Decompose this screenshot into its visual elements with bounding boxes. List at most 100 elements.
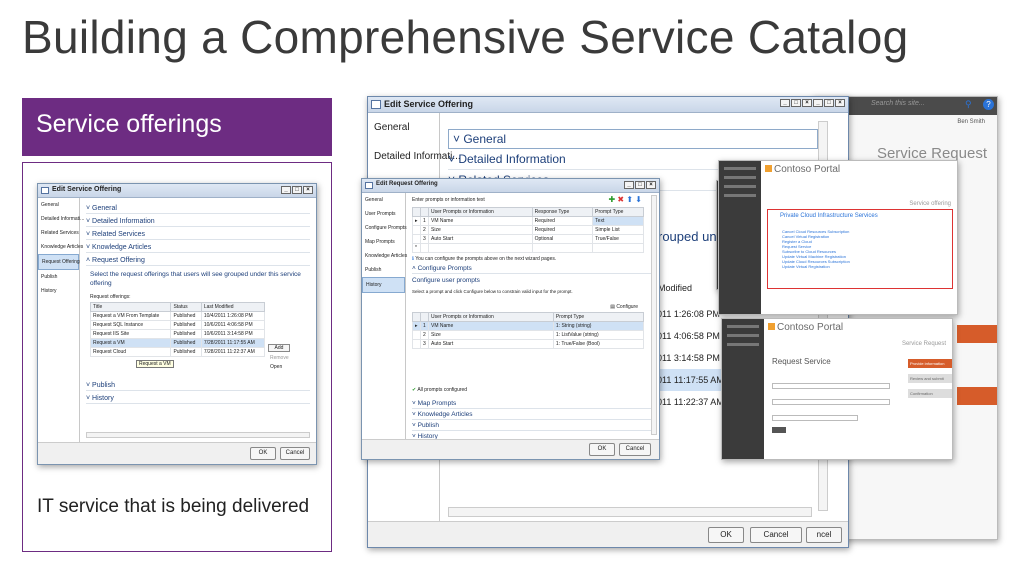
nav-user-prompts[interactable]: User Prompts [362,207,405,221]
horizontal-scrollbar[interactable] [448,507,812,517]
table-row[interactable]: Request SQL Instance Published 10/6/2011 4… [89,320,266,330]
minimize-button[interactable]: _ [813,99,823,107]
row-tooltip: Request a VM [136,360,174,368]
section-general[interactable]: ˅ General [448,129,818,149]
table-row[interactable]: Request a VM Published 7/28/2011 11:17:55 … [89,338,266,348]
nav-request-offering[interactable]: Request Offering [38,254,80,270]
nav-history[interactable]: History [362,277,405,293]
dialog-nav: General User Prompts Configure Prompts M… [362,193,407,459]
configure-button[interactable]: ▤ Configure [412,304,652,310]
nav-detailed-information[interactable]: Detailed Informati... [368,142,461,171]
help-icon[interactable]: ? [983,99,994,110]
nav-map-prompts[interactable]: Map Prompts [362,235,405,249]
cancel-button[interactable]: Cancel [619,443,651,456]
search-icon[interactable]: ⚲ [965,99,972,110]
offering-item[interactable]: Update Virtual Registration [782,264,952,269]
col-last-modified[interactable]: Last Modified [200,302,266,312]
table-row[interactable]: ▸ 1 VM Name Required Text [412,216,644,226]
table-row[interactable]: Request a VM From Template Published 10/4/… [89,311,266,321]
add-button[interactable]: Add [268,344,290,352]
cancel-button[interactable]: Cancel [750,527,802,543]
minimize-button[interactable]: _ [281,186,291,194]
remove-button[interactable]: Remove [268,355,290,361]
ok-button[interactable]: OK [250,447,276,460]
portal-logo[interactable]: Contoso Portal [768,322,843,333]
col-prompts[interactable]: User Prompts or Information [428,207,533,217]
section-general[interactable]: ˅ General [86,204,310,214]
nav-history[interactable]: History [38,284,79,298]
nav-general[interactable]: General [362,193,405,207]
col-prompt-type[interactable]: Prompt Type [592,207,644,217]
nav-general[interactable]: General [38,198,79,212]
col-prompt-type[interactable]: Prompt Type [552,312,645,322]
delete-icon[interactable]: ✖ [617,195,624,204]
table-row[interactable]: 3 Auto Start 1: True/False (Bool) [412,339,645,349]
form-input[interactable] [772,415,858,421]
section-publish[interactable]: ˅ Publish [412,421,652,431]
portal-section-label: Service Request [901,341,946,347]
portal-logo[interactable]: Contoso Portal [765,164,840,175]
horizontal-scrollbar[interactable] [86,432,310,438]
maximize-button[interactable]: □ [824,99,834,107]
table-row[interactable]: Request Cloud Published 7/28/2011 11:22:37… [89,347,266,357]
col-response-type[interactable]: Response Type [531,207,594,217]
info-text: ℹ You can configure the prompts above on… [412,256,557,262]
section-map-prompts[interactable]: ˅ Map Prompts [412,399,652,409]
close-button[interactable]: × [835,99,845,107]
section-history[interactable]: ˅ History [86,394,310,404]
maximize-button[interactable]: □ [635,181,645,189]
move-up-icon[interactable]: ⬆ [626,195,633,204]
step: Review and submit [908,374,952,383]
portal-logo-icon [765,165,772,172]
close-button[interactable]: × [646,181,656,189]
col-title[interactable]: Title [89,302,172,312]
ok-button[interactable]: OK [708,527,744,543]
section-knowledge-articles[interactable]: ˅ Knowledge Articles [86,243,310,253]
section-related-services[interactable]: ˅ Related Services [86,230,310,240]
col-status[interactable]: Status [170,302,202,312]
table-row[interactable]: 2 Size Required Simple List [412,225,644,235]
col-prompts[interactable]: User Prompts or Information [428,312,554,322]
vertical-scrollbar[interactable] [651,195,657,435]
form-input[interactable] [772,383,890,389]
close-button[interactable]: × [802,99,812,107]
open-button[interactable]: Open [268,364,290,370]
maximize-button[interactable]: □ [292,186,302,194]
section-configure-prompts[interactable]: ˄ Configure Prompts [412,264,652,274]
section-detailed-information[interactable]: ˅ Detailed Information [86,217,310,227]
minimize-button[interactable]: _ [780,99,790,107]
move-down-icon[interactable]: ⬇ [635,195,642,204]
nav-detailed-information[interactable]: Detailed Informati... [38,212,84,226]
table-row[interactable]: ▸ 1 VM Name 1: String (string) [412,321,645,331]
dialog-title: Edit Service Offering [384,99,474,109]
section-knowledge-articles[interactable]: ˅ Knowledge Articles [412,410,652,420]
dialog-title: Edit Service Offering [52,186,122,193]
nav-configure-prompts[interactable]: Configure Prompts [362,221,407,235]
nav-knowledge-articles[interactable]: Knowledge Articles [362,249,407,263]
table-row[interactable]: Request IIS Site Published 10/6/2011 3:14:… [89,329,266,339]
nav-publish[interactable]: Publish [362,263,405,277]
section-request-offering[interactable]: ˄ Request Offering [86,256,310,266]
table-row[interactable]: 2 Size 1: ListValue (string) [412,330,645,340]
table-row[interactable]: 3 Auto Start Optional True/False [412,234,644,244]
nav-general[interactable]: General [368,113,439,142]
portal-sidebar [722,319,764,459]
close-button[interactable]: × [303,186,313,194]
form-input[interactable] [772,399,890,405]
maximize-button[interactable]: □ [791,99,801,107]
user-name[interactable]: Ben Smith [957,119,985,125]
nav-knowledge-articles[interactable]: Knowledge Articles [38,240,83,254]
cancel-button[interactable]: Cancel [280,447,310,460]
section-publish[interactable]: ˅ Publish [86,381,310,391]
ok-button[interactable]: OK [589,443,615,456]
add-icon[interactable]: ✚ [608,195,615,204]
nav-related-services[interactable]: Related Services [38,226,79,240]
minimize-button[interactable]: _ [624,181,634,189]
dialog-titlebar: Edit Service Offering _ □ × _ □ × [368,97,848,113]
request-offering-description: Select the request offerings that users … [90,271,301,287]
cancel-button-partial[interactable]: ncel [806,527,842,543]
nav-publish[interactable]: Publish [38,270,79,284]
info-icon: ℹ [412,256,414,262]
search-input[interactable]: Search this site... [871,100,963,112]
form-button[interactable] [772,427,786,433]
